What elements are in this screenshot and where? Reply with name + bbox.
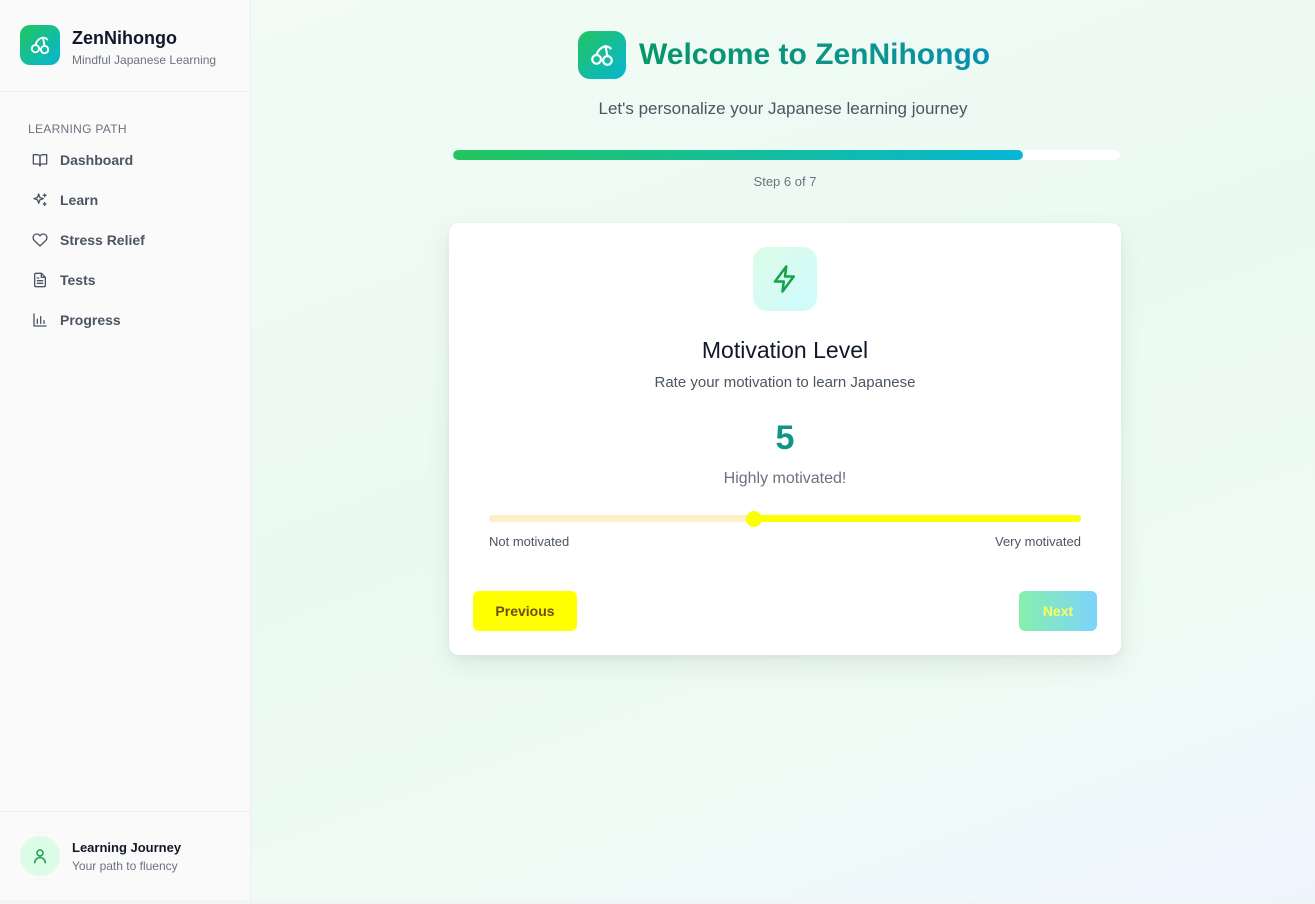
book-open-icon	[32, 152, 48, 168]
slider-max-label: Very motivated	[995, 534, 1081, 549]
page-title: Welcome to ZenNihongo	[639, 38, 991, 71]
sidebar-item-learn[interactable]: Learn	[20, 180, 232, 220]
motivation-slider[interactable]	[489, 511, 1081, 527]
user-profile[interactable]: Learning Journey Your path to fluency	[20, 836, 181, 876]
sidebar-divider	[0, 91, 251, 92]
sidebar-item-label: Learn	[60, 192, 99, 208]
sidebar-item-dashboard[interactable]: Dashboard	[20, 140, 232, 180]
cherry-logo-icon	[578, 31, 626, 79]
sidebar-item-label: Dashboard	[60, 152, 134, 168]
file-text-icon	[32, 272, 48, 288]
brand-subtitle: Mindful Japanese Learning	[72, 53, 217, 67]
welcome-header: Welcome to ZenNihongo	[578, 31, 990, 79]
sidebar-item-stress-relief[interactable]: Stress Relief	[20, 220, 232, 260]
slider-thumb[interactable]	[745, 511, 762, 527]
motivation-card: Motivation Level Rate your motivation to…	[449, 223, 1121, 655]
user-icon	[34, 849, 46, 864]
sidebar-item-label: Tests	[60, 272, 96, 288]
sidebar-item-label: Progress	[60, 312, 121, 328]
next-button[interactable]: Next	[1019, 591, 1097, 631]
section-label: LEARNING PATH	[28, 122, 127, 136]
card-title: Motivation Level	[701, 337, 869, 363]
heart-icon	[32, 232, 48, 248]
user-subtitle: Your path to fluency	[72, 858, 178, 873]
slider-min-label: Not motivated	[489, 534, 570, 549]
cherry-logo-icon	[20, 25, 60, 65]
motivation-description: Highly motivated!	[723, 470, 847, 487]
main-content: Welcome to ZenNihongo Let's personalize …	[251, 0, 1315, 900]
sparkles-icon	[32, 192, 48, 208]
brand[interactable]: ZenNihongo Mindful Japanese Learning	[20, 25, 216, 67]
page-subtitle: Let's personalize your Japanese learning…	[598, 99, 968, 118]
sidebar-item-label: Stress Relief	[60, 232, 145, 248]
bottom-edge	[0, 900, 1315, 904]
sidebar-item-progress[interactable]: Progress	[20, 300, 232, 340]
progress-fill	[453, 150, 1024, 160]
sidebar-item-tests[interactable]: Tests	[20, 260, 232, 300]
sidebar-nav: Dashboard Learn Stress Relief Tests Prog…	[20, 140, 232, 340]
bar-chart-icon	[32, 312, 48, 328]
sidebar: ZenNihongo Mindful Japanese Learning LEA…	[0, 0, 251, 900]
onboarding-progress-bar	[453, 150, 1120, 160]
previous-button[interactable]: Previous	[473, 591, 577, 631]
sidebar-bottom-divider	[0, 811, 251, 812]
avatar	[20, 836, 60, 876]
slider-fill	[753, 515, 1081, 522]
user-name: Learning Journey	[72, 839, 182, 855]
step-indicator: Step 6 of 7	[753, 174, 817, 189]
card-subtitle: Rate your motivation to learn Japanese	[654, 374, 916, 391]
motivation-value: 5	[775, 419, 795, 457]
zap-icon	[753, 247, 817, 311]
brand-title: ZenNihongo	[72, 28, 177, 48]
